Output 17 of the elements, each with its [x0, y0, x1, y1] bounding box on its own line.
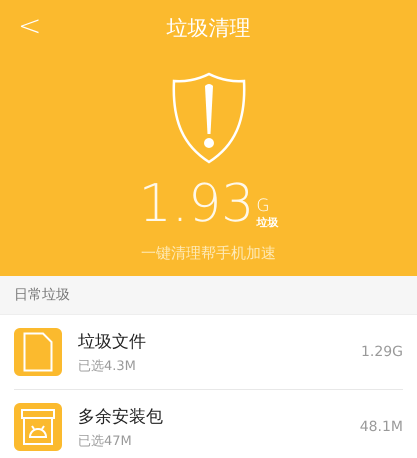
- item-size: 1.29G: [360, 344, 403, 360]
- subtitle: 一键清理帮手机加速: [141, 244, 276, 263]
- selected-size: 已选47M: [78, 432, 133, 450]
- item-name: 垃圾文件: [78, 330, 147, 352]
- junk-item[interactable]: 多余安装包 已选47M 48.1M: [14, 390, 403, 458]
- shield-warning-icon: [172, 72, 246, 164]
- selected-size: 已选4.3M: [78, 358, 137, 374]
- item-name: 多余安装包: [78, 406, 164, 428]
- junk-item[interactable]: 垃圾文件 已选4.3M 1.29G: [14, 315, 403, 390]
- page-title: 垃圾清理: [166, 15, 250, 42]
- junk-amount: 1.93: [138, 178, 254, 230]
- document-icon: [23, 332, 53, 372]
- section-title: 日常垃圾: [14, 286, 70, 304]
- item-size: 48.1M: [360, 419, 403, 435]
- android-box-icon: [21, 409, 55, 445]
- amount-label: 垃圾: [256, 216, 278, 230]
- amount-unit: G: [256, 196, 271, 216]
